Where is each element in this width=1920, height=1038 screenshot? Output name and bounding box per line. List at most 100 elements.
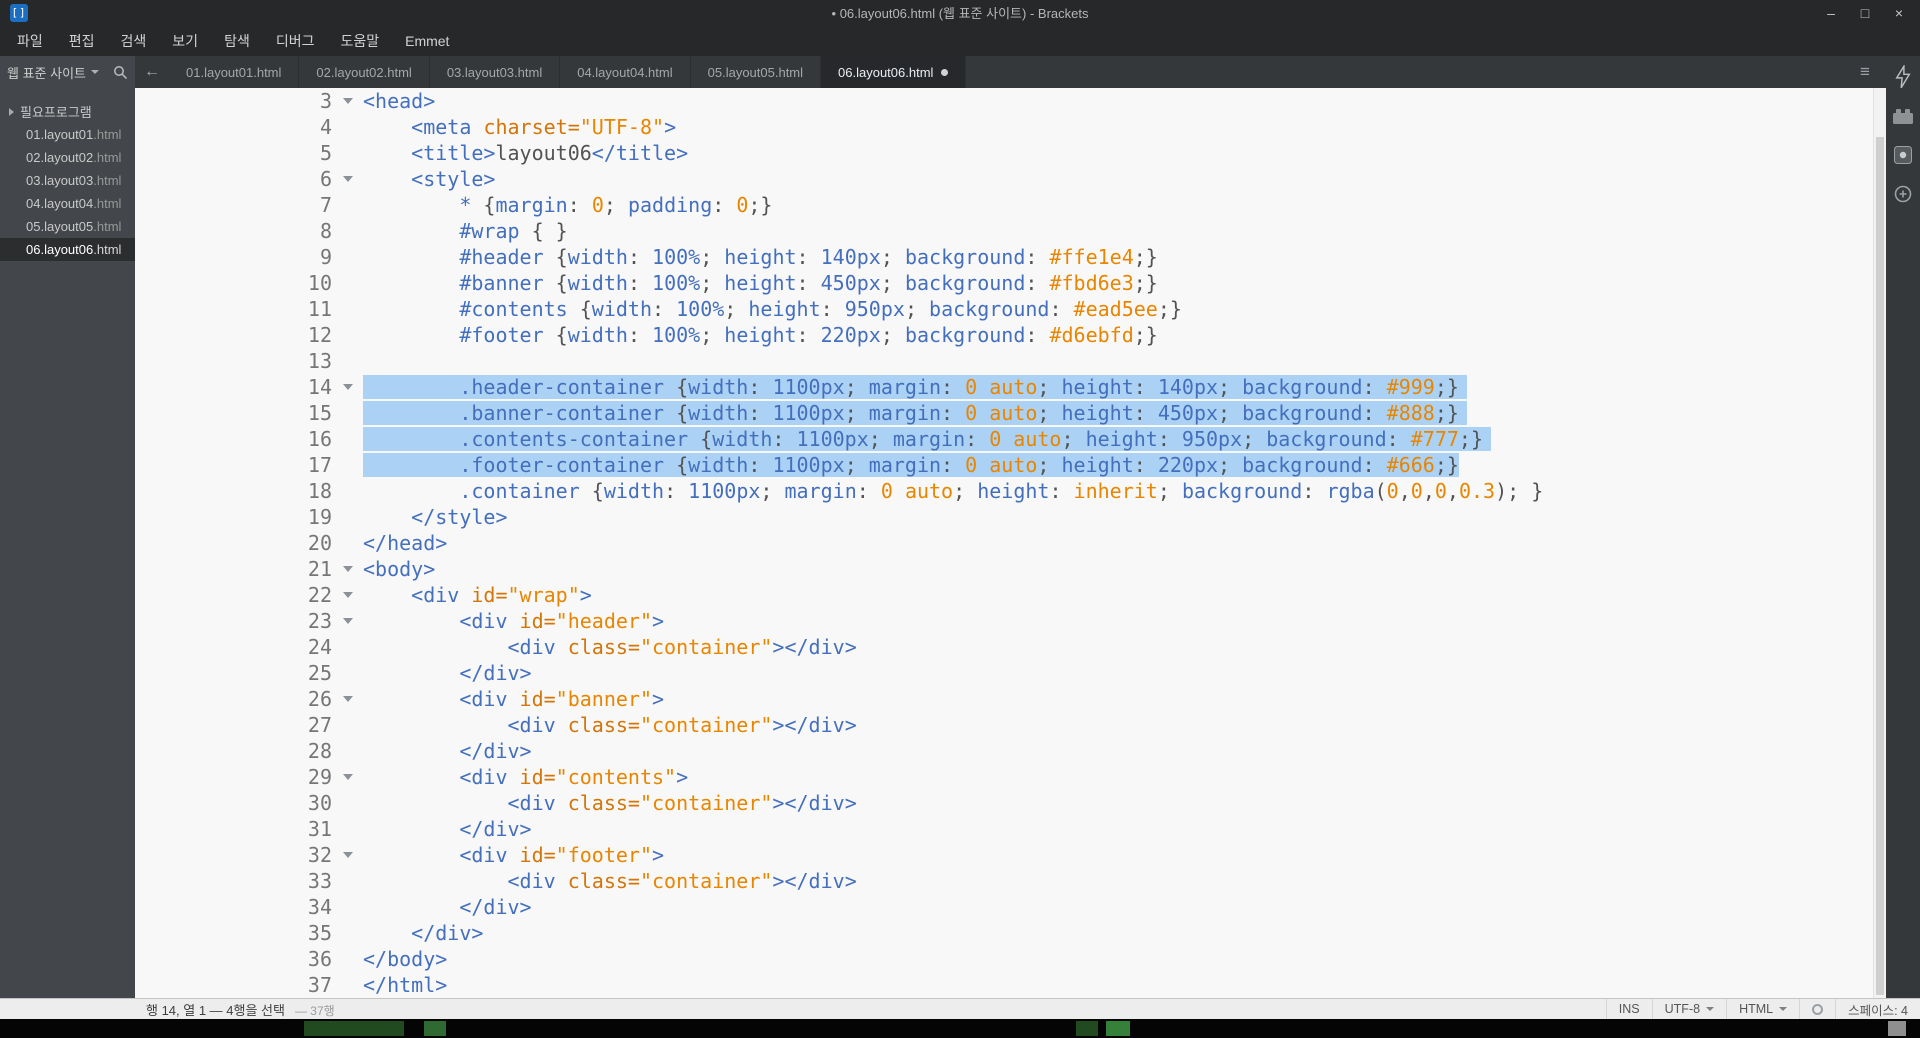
menu-item-4[interactable]: 보기 bbox=[159, 27, 211, 56]
gutter: 37 bbox=[135, 972, 363, 998]
fold-zone bbox=[337, 790, 363, 816]
code-line-37[interactable]: 37 </html> bbox=[135, 972, 1886, 998]
file-item-3[interactable]: 03.layout03 .html bbox=[0, 169, 135, 192]
project-dropdown[interactable]: 웹 표준 사이트 bbox=[0, 56, 135, 88]
minimize-button[interactable]: – bbox=[1814, 0, 1848, 26]
taskbar-app-sliver-2[interactable] bbox=[424, 1021, 446, 1036]
fold-arrow-icon[interactable] bbox=[343, 696, 353, 702]
file-item-2[interactable]: 02.layout02 .html bbox=[0, 146, 135, 169]
fold-arrow-icon[interactable] bbox=[343, 618, 353, 624]
code-line-13[interactable]: 13 bbox=[135, 348, 1886, 374]
code-line-5[interactable]: 5 <title>layout06</title> bbox=[135, 140, 1886, 166]
navigate-back-button[interactable]: ← bbox=[135, 56, 169, 88]
file-item-5[interactable]: 05.layout05 .html bbox=[0, 215, 135, 238]
file-tab-2[interactable]: 02.layout02.html bbox=[299, 56, 430, 88]
code-line-12[interactable]: 12 #footer {width: 100%; height: 220px; … bbox=[135, 322, 1886, 348]
file-tab-1[interactable]: 01.layout01.html bbox=[169, 56, 300, 88]
extension-manager-icon[interactable] bbox=[1892, 103, 1914, 129]
menu-item-2[interactable]: 편집 bbox=[56, 27, 108, 56]
code-line-28[interactable]: 28 </div> bbox=[135, 738, 1886, 764]
extension-icon-1[interactable] bbox=[1892, 142, 1914, 168]
fold-arrow-icon[interactable] bbox=[343, 592, 353, 598]
taskbar-app-sliver-3[interactable] bbox=[1076, 1021, 1098, 1036]
fold-arrow-icon[interactable] bbox=[343, 98, 353, 104]
code-line-4[interactable]: 4 <meta charset="UTF-8"> bbox=[135, 114, 1886, 140]
live-preview-icon[interactable] bbox=[1892, 64, 1914, 90]
status-insert-mode[interactable]: INS bbox=[1605, 999, 1652, 1019]
gutter: 7 bbox=[135, 192, 363, 218]
code-line-16[interactable]: 16 .contents-container {width: 1100px; m… bbox=[135, 426, 1886, 452]
code-line-7[interactable]: 7 * {margin: 0; padding: 0;} bbox=[135, 192, 1886, 218]
file-item-6[interactable]: 06.layout06 .html bbox=[0, 238, 135, 261]
file-tab-3[interactable]: 03.layout03.html bbox=[430, 56, 561, 88]
line-number: 13 bbox=[307, 349, 332, 373]
fold-arrow-icon[interactable] bbox=[343, 774, 353, 780]
menu-item-3[interactable]: 검색 bbox=[108, 27, 160, 56]
close-button[interactable]: × bbox=[1882, 0, 1916, 26]
maximize-button[interactable]: □ bbox=[1848, 0, 1882, 26]
code-line-24[interactable]: 24 <div class="container"></div> bbox=[135, 634, 1886, 660]
code-line-18[interactable]: 18 .container {width: 1100px; margin: 0 … bbox=[135, 478, 1886, 504]
code-line-36[interactable]: 36 </body> bbox=[135, 946, 1886, 972]
fold-arrow-icon[interactable] bbox=[343, 566, 353, 572]
code-line-31[interactable]: 31 </div> bbox=[135, 816, 1886, 842]
fold-zone bbox=[337, 582, 363, 608]
status-lint-status[interactable] bbox=[1799, 999, 1835, 1019]
status-encoding[interactable]: UTF-8 bbox=[1651, 999, 1726, 1019]
file-tab-6[interactable]: 06.layout06.html bbox=[821, 56, 967, 88]
file-extension: .html bbox=[93, 127, 122, 142]
file-tab-5[interactable]: 05.layout05.html bbox=[691, 56, 822, 88]
code-line-6[interactable]: 6 <style> bbox=[135, 166, 1886, 192]
code-line-8[interactable]: 8 #wrap { } bbox=[135, 218, 1886, 244]
code-line-33[interactable]: 33 <div class="container"></div> bbox=[135, 868, 1886, 894]
file-item-1[interactable]: 01.layout01 .html bbox=[0, 123, 135, 146]
code-line-11[interactable]: 11 #contents {width: 100%; height: 950px… bbox=[135, 296, 1886, 322]
scrollbar-thumb[interactable] bbox=[1876, 137, 1884, 995]
taskbar-app-sliver-5[interactable] bbox=[1888, 1021, 1906, 1036]
code-line-27[interactable]: 27 <div class="container"></div> bbox=[135, 712, 1886, 738]
tab-label: 04.layout04.html bbox=[577, 64, 673, 80]
tab-overflow-button[interactable]: ≡ bbox=[1844, 56, 1886, 88]
code-line-9[interactable]: 9 #header {width: 100%; height: 140px; b… bbox=[135, 244, 1886, 270]
file-tab-4[interactable]: 04.layout04.html bbox=[560, 56, 691, 88]
status-indent-size[interactable]: 스페이스: 4 bbox=[1835, 999, 1920, 1019]
file-item-4[interactable]: 04.layout04 .html bbox=[0, 192, 135, 215]
folder-item-1[interactable]: 필요프로그램 bbox=[0, 100, 135, 123]
code-line-20[interactable]: 20 </head> bbox=[135, 530, 1886, 556]
code-line-19[interactable]: 19 </style> bbox=[135, 504, 1886, 530]
taskbar-app-sliver-4[interactable] bbox=[1106, 1021, 1130, 1036]
code-line-35[interactable]: 35 </div> bbox=[135, 920, 1886, 946]
menu-item-6[interactable]: 디버그 bbox=[263, 27, 328, 56]
fold-arrow-icon[interactable] bbox=[343, 176, 353, 182]
code-line-29[interactable]: 29 <div id="contents"> bbox=[135, 764, 1886, 790]
vertical-scrollbar[interactable] bbox=[1873, 88, 1886, 998]
taskbar-app-sliver-1[interactable] bbox=[304, 1021, 404, 1036]
code-line-22[interactable]: 22 <div id="wrap"> bbox=[135, 582, 1886, 608]
search-icon[interactable] bbox=[113, 65, 128, 80]
fold-zone bbox=[337, 764, 363, 790]
code-line-15[interactable]: 15 .banner-container {width: 1100px; mar… bbox=[135, 400, 1886, 426]
code-line-25[interactable]: 25 </div> bbox=[135, 660, 1886, 686]
gutter: 34 bbox=[135, 894, 363, 920]
gutter: 6 bbox=[135, 166, 363, 192]
status-file-type[interactable]: HTML bbox=[1726, 999, 1799, 1019]
fold-arrow-icon[interactable] bbox=[343, 852, 353, 858]
menu-item-7[interactable]: 도움말 bbox=[327, 27, 392, 56]
menu-item-5[interactable]: 탐색 bbox=[211, 27, 263, 56]
code-line-17[interactable]: 17 .footer-container {width: 1100px; mar… bbox=[135, 452, 1886, 478]
code-line-21[interactable]: 21 <body> bbox=[135, 556, 1886, 582]
fold-zone bbox=[337, 816, 363, 842]
code-line-30[interactable]: 30 <div class="container"></div> bbox=[135, 790, 1886, 816]
code-line-3[interactable]: 3 <head> bbox=[135, 88, 1886, 114]
extension-icon-2[interactable] bbox=[1892, 181, 1914, 207]
code-line-10[interactable]: 10 #banner {width: 100%; height: 450px; … bbox=[135, 270, 1886, 296]
fold-zone bbox=[337, 972, 363, 998]
menu-item-8[interactable]: Emmet bbox=[392, 27, 462, 56]
code-line-34[interactable]: 34 </div> bbox=[135, 894, 1886, 920]
fold-arrow-icon[interactable] bbox=[343, 384, 353, 390]
code-line-32[interactable]: 32 <div id="footer"> bbox=[135, 842, 1886, 868]
menu-item-1[interactable]: 파일 bbox=[4, 27, 56, 56]
code-line-14[interactable]: 14 .header-container {width: 1100px; mar… bbox=[135, 374, 1886, 400]
code-line-26[interactable]: 26 <div id="banner"> bbox=[135, 686, 1886, 712]
code-line-23[interactable]: 23 <div id="header"> bbox=[135, 608, 1886, 634]
